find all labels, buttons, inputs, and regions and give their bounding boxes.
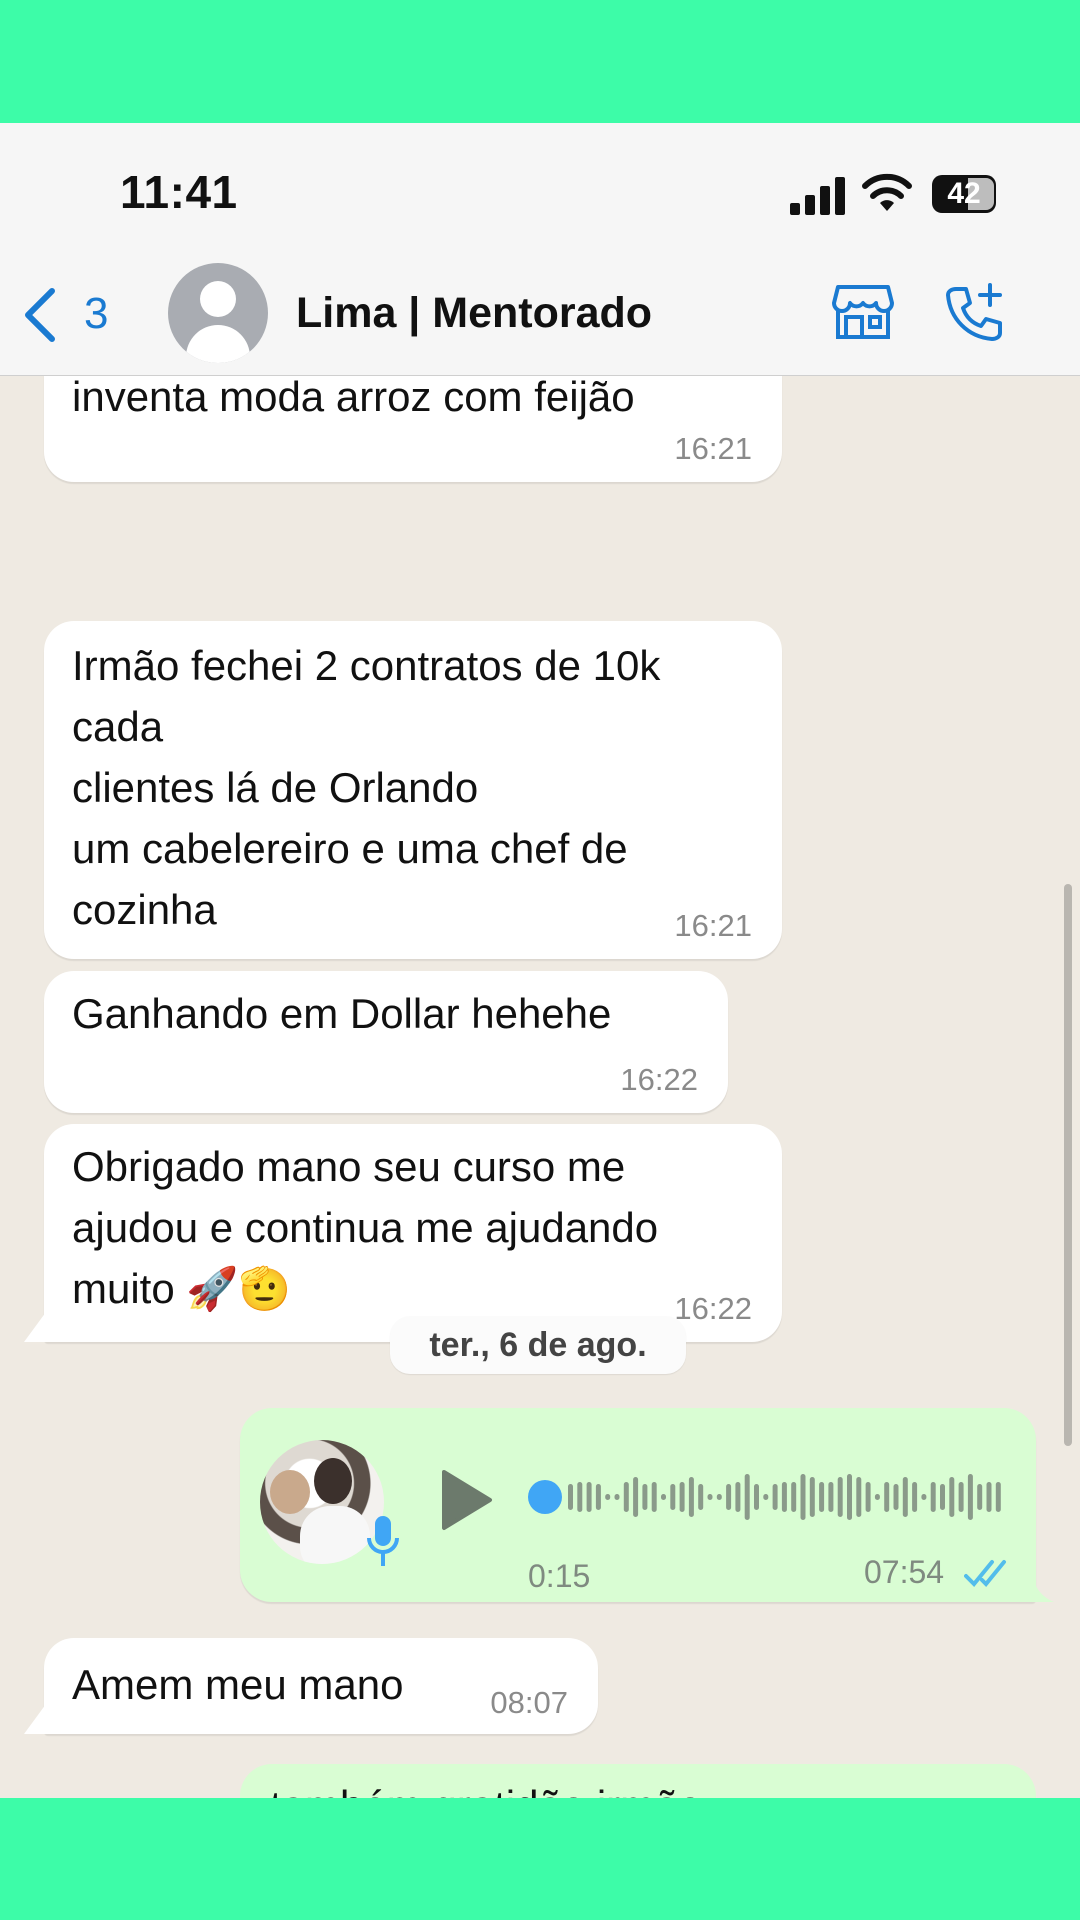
message-time: 16:22: [620, 1062, 698, 1097]
voice-message-bubble[interactable]: 0:15 07:54: [240, 1408, 1036, 1602]
storefront-icon[interactable]: [830, 281, 896, 341]
waveform-bar: [791, 1482, 797, 1512]
bubble-tail: [24, 1312, 64, 1342]
contact-name[interactable]: Lima | Mentorado: [296, 289, 652, 338]
read-receipt-icon: [964, 1560, 1006, 1587]
waveform-bar: [781, 1482, 787, 1512]
audio-waveform[interactable]: [566, 1460, 1006, 1534]
waveform-bar: [772, 1484, 778, 1510]
waveform-bar: [633, 1477, 639, 1517]
waveform-bar: [688, 1477, 694, 1517]
waveform-bar: [902, 1477, 908, 1517]
waveform-bar: [949, 1477, 955, 1517]
waveform-bar: [698, 1484, 704, 1510]
waveform-bar: [605, 1494, 611, 1500]
wifi-icon: [862, 173, 912, 211]
waveform-bar: [977, 1484, 983, 1510]
scrollbar[interactable]: [1064, 884, 1072, 1446]
waveform-bar: [837, 1477, 843, 1517]
waveform-bar: [651, 1482, 657, 1512]
message-text: Irmão fechei 2 contratos de 10k cada cli…: [72, 642, 661, 933]
playback-position-handle[interactable]: [528, 1480, 562, 1514]
phone-screen: 11:41 42 3 Lima | Mentorado inventa moda…: [0, 123, 1080, 1798]
waveform-bar: [670, 1484, 676, 1510]
mic-icon: [367, 1516, 399, 1566]
message-time: 07:54: [864, 1554, 945, 1590]
message-bubble[interactable]: Ganhando em Dollar hehehe 16:22: [44, 971, 728, 1113]
waveform-bar: [586, 1482, 592, 1512]
waveform-bar: [800, 1474, 806, 1520]
message-text: Amem meu mano: [72, 1661, 404, 1708]
waveform-bar: [754, 1484, 759, 1510]
message-text: inventa moda arroz com feijão: [72, 376, 635, 420]
waveform-bar: [623, 1482, 629, 1512]
bubble-tail: [1014, 1572, 1054, 1602]
play-icon[interactable]: [440, 1468, 494, 1532]
waveform-bar: [847, 1474, 852, 1520]
waveform-bar: [614, 1494, 620, 1500]
waveform-bar: [893, 1484, 899, 1510]
chat-area[interactable]: inventa moda arroz com feijão 16:21 Irmã…: [0, 376, 1080, 1798]
chat-header: 3 Lima | Mentorado: [0, 251, 1080, 376]
waveform-bar: [568, 1484, 573, 1510]
waveform-bar: [577, 1482, 583, 1512]
waveform-bar: [735, 1482, 741, 1512]
message-bubble[interactable]: Amem meu mano 08:07: [44, 1638, 598, 1734]
message-bubble[interactable]: Obrigado mano seu curso me ajudou e cont…: [44, 1124, 782, 1342]
status-bar: 11:41 42: [0, 123, 1080, 251]
waveform-bar: [661, 1494, 666, 1500]
message-text: Ganhando em Dollar hehehe: [72, 990, 612, 1037]
cellular-signal-icon: [790, 175, 846, 215]
waveform-bar: [912, 1482, 918, 1512]
message-bubble[interactable]: Irmão fechei 2 contratos de 10k cada cli…: [44, 621, 782, 959]
waveform-bar: [809, 1477, 815, 1517]
message-text: também gratidão irmão: [270, 1782, 702, 1798]
battery-level-text: 42: [947, 177, 981, 210]
message-bubble[interactable]: inventa moda arroz com feijão 16:21: [44, 376, 782, 482]
waveform-bar: [679, 1482, 685, 1512]
waveform-bar: [930, 1482, 936, 1512]
waveform-bar: [884, 1482, 890, 1512]
voice-duration: 0:15: [528, 1558, 591, 1594]
message-time: 16:22: [674, 1291, 752, 1326]
waveform-bar: [828, 1482, 834, 1512]
waveform-bar: [921, 1494, 927, 1500]
waveform-bar: [874, 1494, 880, 1500]
waveform-bar: [995, 1482, 1001, 1512]
waveform-bar: [595, 1484, 601, 1510]
unread-count[interactable]: 3: [84, 289, 108, 339]
waveform-bar: [744, 1474, 750, 1520]
waveform-bar: [940, 1484, 945, 1510]
contact-avatar[interactable]: [168, 263, 268, 363]
bubble-tail: [24, 1704, 64, 1734]
waveform-bar: [986, 1482, 992, 1512]
waveform-bar: [958, 1482, 964, 1512]
chevron-left-icon[interactable]: [20, 287, 60, 343]
waveform-bar: [642, 1484, 648, 1510]
battery-icon: 42: [932, 175, 996, 213]
message-text: Obrigado mano seu curso me ajudou e cont…: [72, 1143, 659, 1312]
message-time: 16:21: [674, 908, 752, 943]
waveform-bar: [763, 1494, 769, 1500]
status-time: 11:41: [120, 166, 238, 218]
phone-plus-icon[interactable]: [942, 281, 1006, 345]
message-time: 16:21: [674, 431, 752, 466]
waveform-bar: [865, 1482, 871, 1512]
waveform-bar: [819, 1482, 825, 1512]
waveform-bar: [716, 1494, 722, 1500]
waveform-bar: [856, 1477, 862, 1517]
waveform-bar: [967, 1474, 973, 1520]
date-separator: ter., 6 de ago.: [390, 1316, 686, 1374]
waveform-bar: [707, 1494, 713, 1500]
message-time: 08:07: [490, 1685, 568, 1720]
waveform-bar: [726, 1484, 732, 1510]
